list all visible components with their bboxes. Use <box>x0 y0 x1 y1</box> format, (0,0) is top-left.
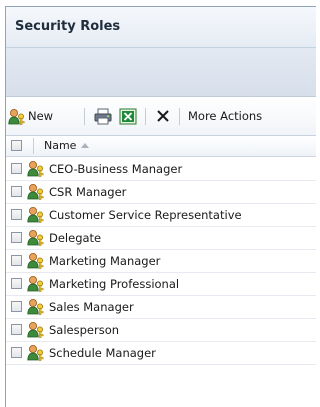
name-column-label: Name <box>44 139 77 152</box>
user-role-icon <box>8 108 25 125</box>
role-name-link[interactable]: CEO-Business Manager <box>49 162 182 176</box>
toolbar-separator <box>84 108 85 125</box>
table-row[interactable]: Sales Manager <box>6 295 316 319</box>
role-name-link[interactable]: Delegate <box>49 231 101 245</box>
user-role-icon <box>27 229 44 246</box>
panel-title: Security Roles <box>15 19 121 34</box>
user-role-icon <box>27 206 44 223</box>
panel-header: Security Roles <box>6 7 316 48</box>
header-band <box>6 48 316 97</box>
user-role-icon <box>27 275 44 292</box>
close-icon <box>157 109 169 122</box>
toolbar-separator <box>145 108 146 125</box>
security-roles-panel: Security Roles New More Actions Name CEO… <box>5 6 316 407</box>
printer-icon <box>94 108 112 124</box>
table-row[interactable]: Customer Service Representative <box>6 203 316 227</box>
user-role-icon <box>27 160 44 177</box>
column-separator <box>33 138 34 154</box>
grid-toolbar: New More Actions <box>6 97 316 136</box>
user-role-icon <box>27 183 44 200</box>
user-role-icon <box>27 298 44 315</box>
role-name-link[interactable]: Customer Service Representative <box>49 208 242 222</box>
name-column-header[interactable]: Name <box>44 139 90 152</box>
table-row[interactable]: Marketing Manager <box>6 249 316 273</box>
row-checkbox[interactable] <box>11 347 22 358</box>
toolbar-separator <box>179 108 180 125</box>
row-checkbox[interactable] <box>11 324 22 335</box>
more-actions-label: More Actions <box>188 109 263 123</box>
row-checkbox[interactable] <box>11 301 22 312</box>
row-checkbox[interactable] <box>11 163 22 174</box>
table-row[interactable]: Delegate <box>6 226 316 250</box>
row-checkbox[interactable] <box>11 255 22 266</box>
table-row[interactable]: Marketing Professional <box>6 272 316 296</box>
excel-icon <box>119 108 137 124</box>
role-name-link[interactable]: Marketing Manager <box>49 254 160 268</box>
row-checkbox[interactable] <box>11 232 22 243</box>
grid-header: Name <box>6 136 316 157</box>
new-button-label: New <box>28 109 54 123</box>
row-checkbox[interactable] <box>11 278 22 289</box>
export-excel-button[interactable] <box>119 107 137 125</box>
role-name-link[interactable]: Salesperson <box>49 323 119 337</box>
user-role-icon <box>27 321 44 338</box>
table-row[interactable]: CSR Manager <box>6 180 316 204</box>
user-role-icon <box>27 344 44 361</box>
table-row[interactable]: Salesperson <box>6 318 316 342</box>
print-button[interactable] <box>94 107 112 125</box>
table-row[interactable]: CEO-Business Manager <box>6 157 316 181</box>
user-role-icon <box>27 252 44 269</box>
row-checkbox[interactable] <box>11 186 22 197</box>
role-name-link[interactable]: Sales Manager <box>49 300 134 314</box>
role-name-link[interactable]: Schedule Manager <box>49 346 156 360</box>
delete-button[interactable] <box>154 107 172 125</box>
new-button[interactable]: New <box>8 107 53 125</box>
row-checkbox[interactable] <box>11 209 22 220</box>
table-row[interactable]: Schedule Manager <box>6 341 316 365</box>
select-all-checkbox[interactable] <box>11 140 22 151</box>
more-actions-button[interactable]: More Actions <box>188 107 262 125</box>
role-name-link[interactable]: Marketing Professional <box>49 277 179 291</box>
sort-ascending-icon <box>81 143 90 148</box>
role-name-link[interactable]: CSR Manager <box>49 185 126 199</box>
